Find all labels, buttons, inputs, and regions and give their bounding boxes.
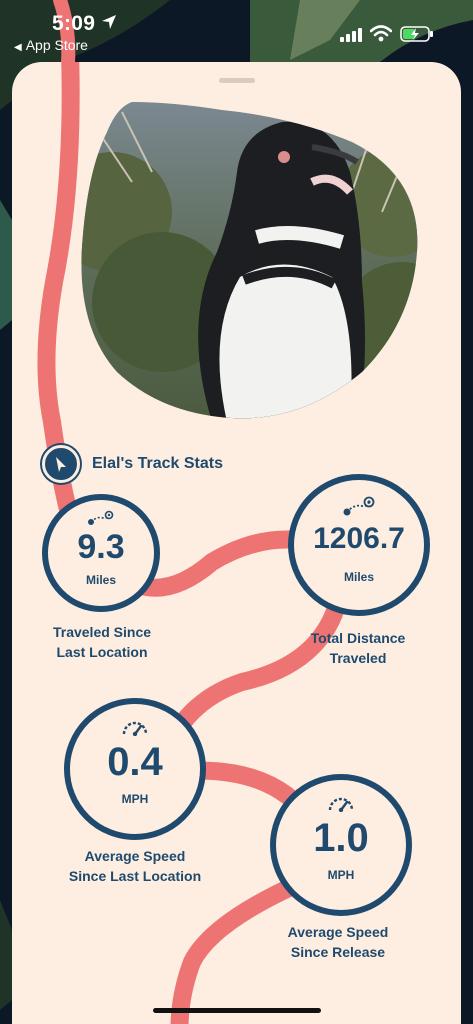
stat-value: 9.3: [77, 528, 125, 566]
route-icon: [343, 496, 375, 516]
stat-avg-speed-since-last: 0.4 MPH: [64, 698, 206, 840]
back-to-app-store-link[interactable]: ◀ App Store: [14, 37, 88, 53]
back-triangle-icon: ◀: [14, 42, 22, 53]
location-pin-icon: [42, 445, 80, 483]
stat-avg-speed-since-release: 1.0 MPH: [270, 774, 412, 916]
location-arrow-icon: [102, 15, 116, 29]
status-bar: 5:09 ◀ App Store: [0, 0, 473, 60]
stat-label-avg-speed-since-last: Average Speed Since Last Location: [68, 848, 202, 884]
stat-value: 1.0: [313, 816, 369, 860]
route-icon: [88, 510, 114, 525]
penguin-photo: [81, 102, 418, 419]
status-time: 5:09: [52, 12, 96, 35]
stat-label-traveled-since-last: Traveled Since Last Location: [52, 624, 152, 660]
stat-unit: MPH: [327, 868, 355, 882]
stat-label-total-distance: Total Distance Traveled: [310, 630, 406, 666]
battery-charging-icon: [400, 26, 433, 42]
track-stats-header: Elal's Track Stats: [42, 445, 223, 483]
speedometer-icon: [328, 797, 354, 812]
track-stats-card[interactable]: Elal's Track Stats 9.3 Miles Traveled Si…: [12, 62, 461, 1024]
cellular-signal-icon: [340, 28, 362, 42]
wifi-icon: [370, 25, 392, 42]
stat-value: 1206.7: [313, 522, 405, 555]
stat-unit: Miles: [343, 570, 374, 584]
speedometer-icon: [122, 721, 148, 736]
back-app-label: App Store: [25, 37, 88, 53]
stat-traveled-since-last: 9.3 Miles: [42, 494, 160, 612]
stat-unit: Miles: [85, 573, 116, 587]
stat-value: 0.4: [107, 740, 163, 784]
stat-total-distance: 1206.7 Miles: [288, 474, 430, 616]
stat-unit: MPH: [121, 792, 149, 806]
stats-title: Elal's Track Stats: [92, 455, 223, 472]
stat-label-avg-speed-since-release: Average Speed Since Release: [287, 924, 389, 960]
home-indicator[interactable]: [153, 1008, 321, 1013]
